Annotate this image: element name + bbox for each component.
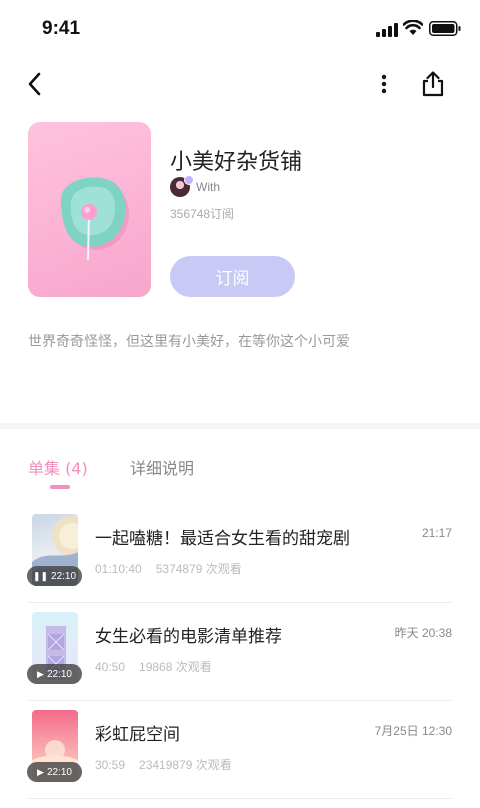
status-time: 9:41 [42, 18, 81, 39]
episode-views: 23419879 次观看 [139, 758, 232, 772]
episode-meta: 01:10:40 5374879 次观看 [95, 560, 242, 577]
subscribe-button[interactable]: 订阅 [170, 256, 295, 297]
episode-views: 5374879 次观看 [155, 562, 242, 576]
tab-episodes[interactable]: 单集 (4) [28, 455, 88, 479]
episode-item[interactable]: ❚❚ 22:10 一起嗑糖！最适合女生看的甜宠剧 21:17 01:10:40 5… [0, 514, 480, 612]
episode-meta: 40:50 19868 次观看 [95, 658, 212, 675]
duration-label: 22:10 [51, 570, 77, 582]
duration-label: 22:10 [46, 668, 72, 680]
play-icon: ▶ [37, 766, 44, 777]
episode-item[interactable]: ▶ 22:10 女生必看的电影清单推荐 昨天 20:38 40:50 19868 … [0, 612, 480, 710]
back-icon [28, 72, 41, 96]
signal-icon [376, 22, 398, 41]
tab-details[interactable]: 详细说明 [130, 455, 194, 479]
episode-length: 01:10:40 [95, 562, 142, 576]
play-icon: ▶ [37, 668, 44, 679]
episode-item[interactable]: ▶ 22:10 彩虹屁空间 7月25日 12:30 30:59 23419879 … [0, 710, 480, 808]
episode-date: 21:17 [421, 526, 452, 540]
list-divider [28, 700, 452, 701]
episode-views: 19868 次观看 [139, 660, 212, 674]
episode-title: 女生必看的电影清单推荐 [95, 627, 282, 647]
pause-icon: ❚❚ [32, 570, 49, 581]
author-name[interactable]: With [196, 180, 220, 194]
duration-label: 22:10 [46, 766, 72, 778]
episode-length: 40:50 [95, 660, 126, 674]
more-button[interactable] [364, 64, 404, 104]
verified-badge-icon [184, 175, 194, 185]
episode-meta: 30:59 23419879 次观看 [95, 756, 232, 773]
share-icon [422, 71, 444, 97]
list-divider [28, 798, 452, 799]
episode-title: 彩虹屁空间 [95, 725, 180, 745]
more-icon [381, 74, 387, 94]
share-button[interactable] [413, 64, 453, 104]
back-button[interactable] [14, 64, 54, 104]
episode-date: 7月25日 12:30 [374, 724, 452, 738]
channel-title: 小美好杂货铺 [170, 150, 303, 175]
duration-badge: ▶ 22:10 [27, 664, 82, 684]
episode-title: 一起嗑糖！最适合女生看的甜宠剧 [95, 529, 350, 549]
episode-length: 30:59 [95, 758, 126, 772]
list-divider [28, 602, 452, 603]
tab-active-indicator [50, 485, 70, 489]
duration-badge: ▶ 22:10 [27, 762, 82, 782]
channel-description: 世界奇奇怪怪，但这里有小美好，在等你这个小可爱 [28, 334, 350, 350]
episode-date: 昨天 20:38 [394, 626, 452, 640]
wifi-icon [402, 19, 424, 40]
subscriber-count: 356748订阅 [170, 207, 235, 221]
section-divider [0, 423, 480, 429]
duration-badge: ❚❚ 22:10 [27, 566, 82, 586]
battery-icon [429, 21, 461, 40]
channel-cover [28, 122, 151, 297]
avatar[interactable] [170, 175, 194, 197]
author-row[interactable]: With [170, 175, 220, 197]
